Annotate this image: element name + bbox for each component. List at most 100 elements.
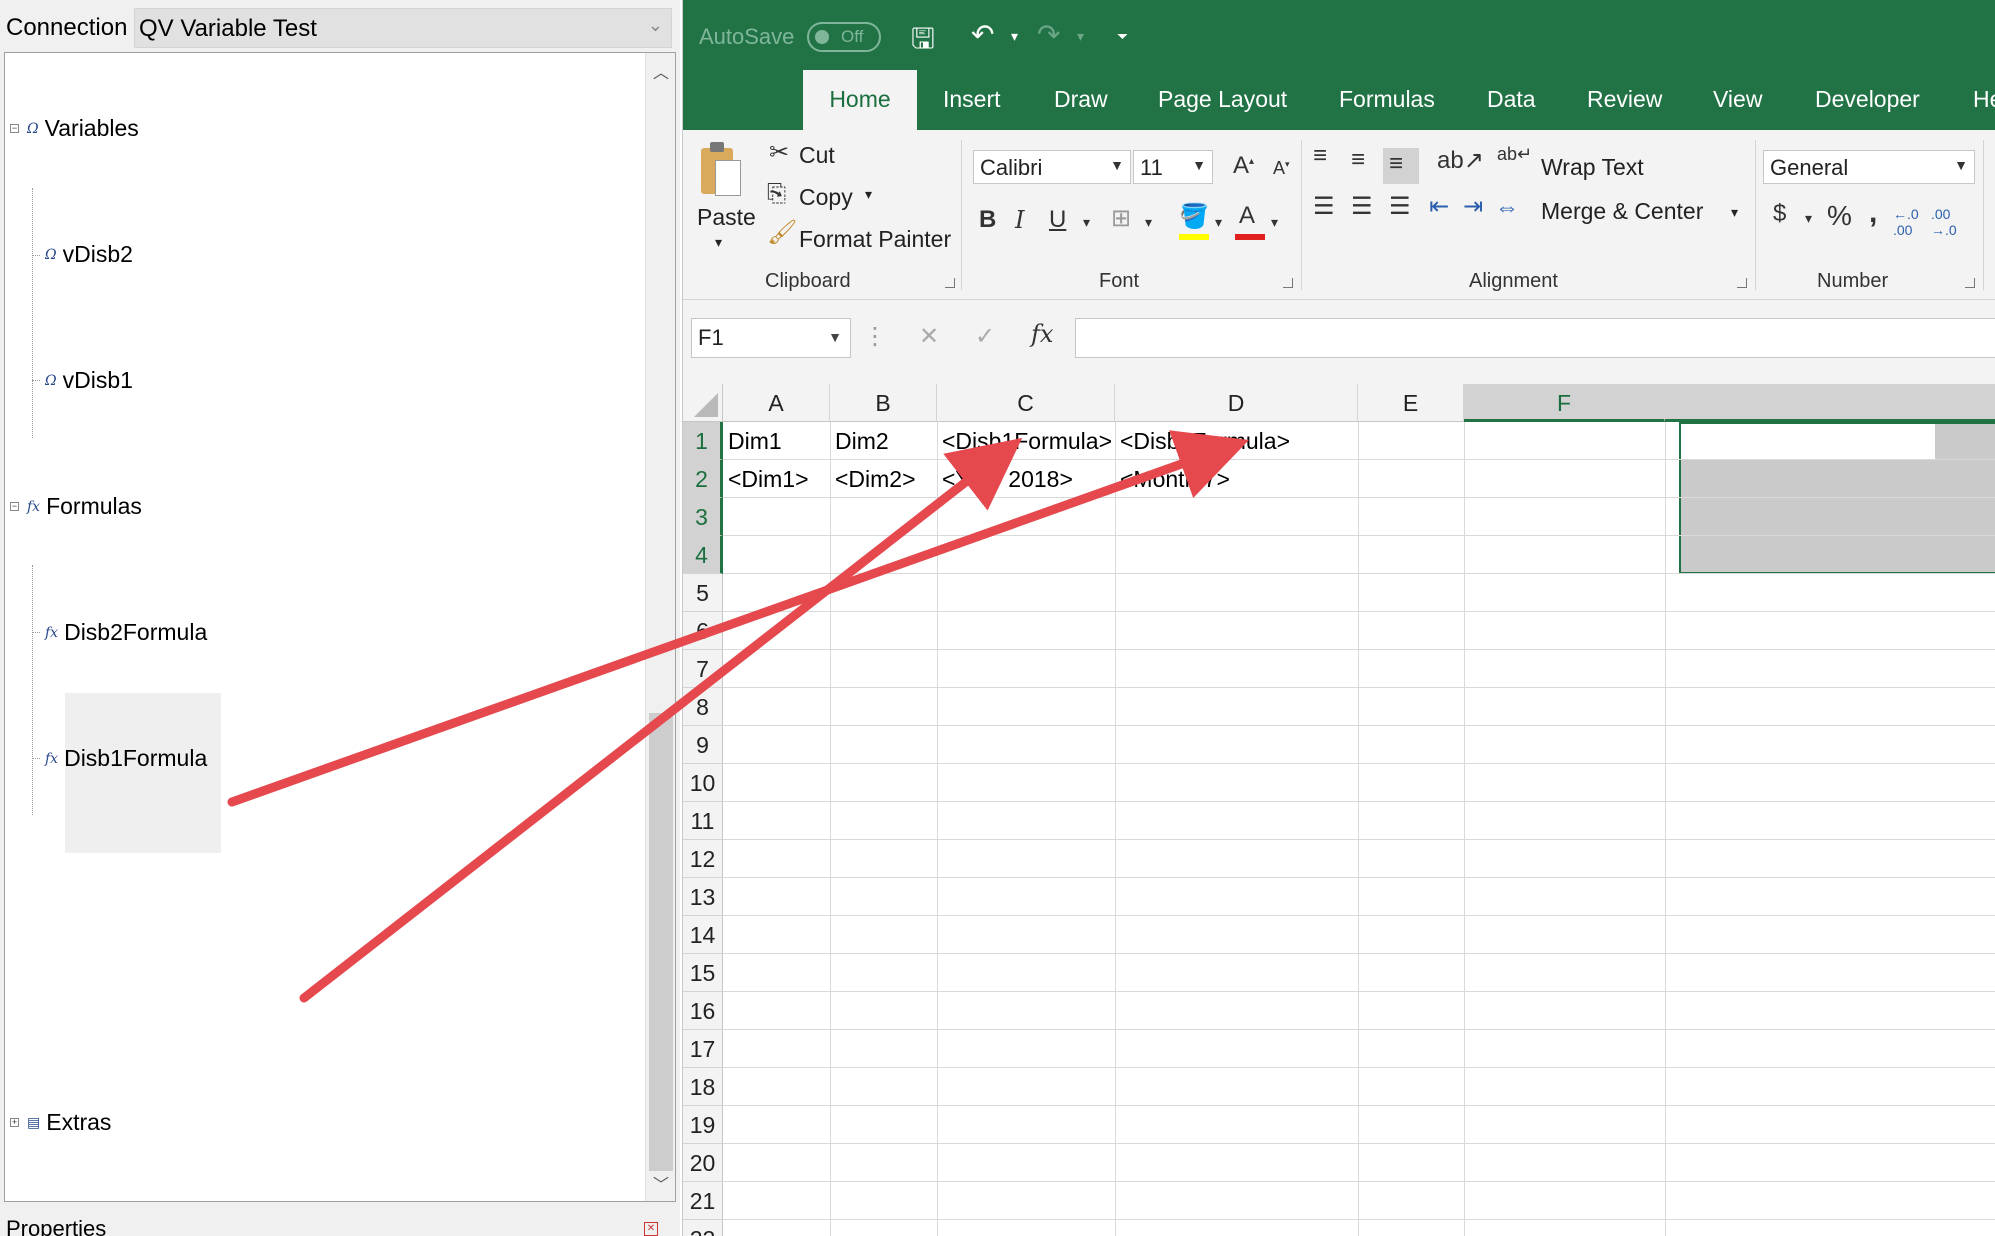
- name-box[interactable]: F1 ▼: [691, 318, 851, 358]
- expand-icon[interactable]: +: [10, 1118, 19, 1127]
- paste-button[interactable]: Paste: [697, 204, 756, 231]
- column-header-e[interactable]: E: [1358, 384, 1464, 422]
- font-name-select[interactable]: Calibri ▼: [973, 150, 1131, 184]
- row-header[interactable]: 15: [683, 954, 723, 992]
- wrap-text-button[interactable]: Wrap Text: [1541, 154, 1644, 181]
- enter-icon[interactable]: ✓: [975, 322, 995, 351]
- row-header[interactable]: 13: [683, 878, 723, 916]
- bold-icon[interactable]: B: [979, 206, 996, 234]
- row-header[interactable]: 8: [683, 688, 723, 726]
- save-icon[interactable]: 🖫: [911, 18, 935, 66]
- chevron-down-icon[interactable]: ▾: [1145, 214, 1152, 231]
- tree-node-vdisb2[interactable]: Ω vDisb2: [45, 241, 133, 268]
- bottom-align-icon[interactable]: ≡: [1389, 150, 1403, 178]
- column-header-c[interactable]: C: [937, 384, 1115, 422]
- autosave-toggle[interactable]: Off: [807, 22, 881, 52]
- decrease-decimal-icon[interactable]: .00 →.0: [1931, 206, 1957, 238]
- row-header[interactable]: 11: [683, 802, 723, 840]
- merge-center-button[interactable]: Merge & Center: [1541, 198, 1703, 225]
- cell-b2[interactable]: <Dim2>: [830, 460, 916, 498]
- row-header[interactable]: 20: [683, 1144, 723, 1182]
- close-icon[interactable]: ✕: [644, 1222, 658, 1236]
- chevron-down-icon[interactable]: ▾: [1731, 204, 1738, 221]
- paste-icon[interactable]: [701, 142, 741, 196]
- row-header[interactable]: 19: [683, 1106, 723, 1144]
- chevron-down-icon[interactable]: ▾: [1083, 214, 1090, 231]
- cell-a2[interactable]: <Dim1>: [723, 460, 809, 498]
- font-size-select[interactable]: 11 ▼: [1133, 150, 1213, 184]
- chevron-down-icon[interactable]: ▾: [715, 234, 722, 251]
- dialog-launcher-icon[interactable]: [945, 278, 955, 288]
- decrease-indent-icon[interactable]: ⇤: [1429, 192, 1449, 221]
- row-header[interactable]: 9: [683, 726, 723, 764]
- cancel-icon[interactable]: ✕: [919, 322, 939, 351]
- insert-function-icon[interactable]: fx: [1031, 320, 1053, 348]
- redo-icon[interactable]: ↷: [1037, 18, 1060, 51]
- select-all-button[interactable]: [683, 384, 723, 422]
- number-format-select[interactable]: General ▼: [1763, 150, 1975, 184]
- percent-icon[interactable]: %: [1827, 200, 1852, 232]
- column-header-g[interactable]: [1665, 384, 1995, 422]
- copy-icon[interactable]: ⎘: [767, 180, 786, 208]
- tab-formulas[interactable]: Formulas: [1339, 86, 1435, 113]
- scrollbar-thumb[interactable]: [649, 713, 673, 1171]
- collapse-icon[interactable]: −: [10, 124, 19, 133]
- chevron-down-icon[interactable]: ▾: [1805, 210, 1812, 227]
- increase-decimal-icon[interactable]: ←.0.00: [1893, 206, 1919, 238]
- format-painter-button[interactable]: Format Painter: [799, 226, 951, 253]
- italic-icon[interactable]: I: [1015, 206, 1024, 234]
- more-options-icon[interactable]: ⋮: [863, 322, 887, 351]
- align-center-icon[interactable]: ☰: [1351, 192, 1373, 221]
- tree-node-extras[interactable]: ▤ Extras: [27, 1109, 111, 1136]
- fill-color-icon[interactable]: 🪣: [1179, 202, 1209, 231]
- collapse-icon[interactable]: −: [10, 502, 19, 511]
- tree-node-disb2formula[interactable]: fx Disb2Formula: [45, 619, 207, 646]
- tab-view[interactable]: View: [1713, 86, 1762, 113]
- column-header-d[interactable]: D: [1115, 384, 1358, 422]
- tree-node-disb1formula[interactable]: fx Disb1Formula: [45, 745, 207, 772]
- row-header[interactable]: 21: [683, 1182, 723, 1220]
- tab-draw[interactable]: Draw: [1054, 86, 1108, 113]
- align-left-icon[interactable]: ☰: [1313, 192, 1335, 221]
- chevron-down-icon[interactable]: ▾: [865, 186, 872, 203]
- row-header[interactable]: 4: [683, 536, 723, 574]
- tree-node-disb1formula-highlight[interactable]: [65, 693, 221, 853]
- row-header[interactable]: 3: [683, 498, 723, 536]
- undo-icon[interactable]: ↶: [971, 18, 994, 51]
- borders-icon[interactable]: ⊞: [1111, 204, 1131, 233]
- column-header-f[interactable]: F: [1464, 384, 1665, 422]
- customize-qat-icon[interactable]: ⏷: [1117, 28, 1128, 45]
- chevron-down-icon[interactable]: ﹀: [653, 1171, 669, 1195]
- cut-button[interactable]: Cut: [799, 142, 835, 169]
- underline-icon[interactable]: U: [1049, 206, 1066, 234]
- chevron-down-icon[interactable]: ▾: [1077, 28, 1084, 45]
- row-header[interactable]: 22: [683, 1220, 723, 1236]
- connection-select[interactable]: QV Variable Test ⌄: [134, 8, 672, 48]
- orientation-icon[interactable]: ab↗: [1437, 146, 1484, 175]
- dialog-launcher-icon[interactable]: [1283, 278, 1293, 288]
- tab-help[interactable]: He: [1973, 86, 1995, 113]
- row-header[interactable]: 2: [683, 460, 723, 498]
- chevron-down-icon[interactable]: ▾: [1215, 214, 1222, 231]
- tree-node-formulas[interactable]: fx Formulas: [27, 493, 142, 520]
- merge-center-icon[interactable]: ⇔: [1495, 194, 1519, 222]
- cell-d1[interactable]: <Disb2Formula>: [1115, 422, 1290, 460]
- row-header[interactable]: 10: [683, 764, 723, 802]
- tree-node-variables[interactable]: Ω Variables: [27, 115, 139, 142]
- top-align-icon[interactable]: ≡: [1313, 142, 1327, 170]
- cell-a1[interactable]: Dim1: [723, 422, 782, 460]
- column-header-b[interactable]: B: [830, 384, 937, 422]
- increase-indent-icon[interactable]: ⇥: [1463, 192, 1483, 221]
- row-header[interactable]: 17: [683, 1030, 723, 1068]
- increase-font-size-icon[interactable]: A▴: [1233, 152, 1254, 180]
- cell-b1[interactable]: Dim2: [830, 422, 889, 460]
- row-header[interactable]: 6: [683, 612, 723, 650]
- row-header[interactable]: 14: [683, 916, 723, 954]
- comma-style-icon[interactable]: ,: [1869, 196, 1877, 230]
- currency-icon[interactable]: $: [1773, 200, 1786, 228]
- decrease-font-size-icon[interactable]: A▾: [1273, 158, 1290, 179]
- formula-input[interactable]: [1075, 318, 1995, 358]
- tab-home[interactable]: Home: [803, 70, 917, 130]
- format-painter-icon[interactable]: 🖌: [767, 218, 797, 247]
- row-header[interactable]: 16: [683, 992, 723, 1030]
